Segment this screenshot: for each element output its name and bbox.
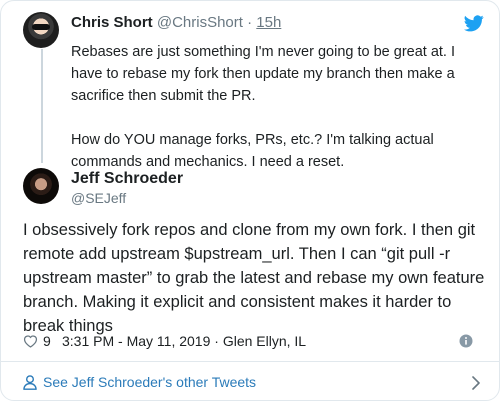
footer-divider xyxy=(1,361,499,362)
parent-time[interactable]: 15h xyxy=(256,14,281,31)
author-handle[interactable]: @SEJeff xyxy=(71,190,126,206)
parent-tweet[interactable]: Chris Short @ChrisShort · 15h Rebases ar… xyxy=(1,1,499,170)
parent-paragraph-2: How do YOU manage forks, PRs, etc.? I'm … xyxy=(71,132,434,170)
tweet-footer: 9 3:31 PM - May 11, 2019 · Glen Ellyn, I… xyxy=(23,332,483,352)
parent-author-name[interactable]: Chris Short xyxy=(71,14,153,31)
author-name[interactable]: Jeff Schroeder xyxy=(71,170,183,188)
tweet-timestamp[interactable]: 3:31 PM - May 11, 2019 · Glen Ellyn, IL xyxy=(62,333,306,349)
info-icon[interactable] xyxy=(459,334,473,348)
chevron-right-icon[interactable] xyxy=(471,375,481,391)
parent-separator: · xyxy=(247,14,253,31)
like-count[interactable]: 9 xyxy=(43,333,51,349)
parent-paragraph-1: Rebases are just something I'm never goi… xyxy=(71,44,456,104)
parent-author-handle[interactable]: @ChrisShort xyxy=(157,14,243,31)
see-more-tweets-link[interactable]: See Jeff Schroeder's other Tweets xyxy=(23,374,481,394)
twitter-bird-icon[interactable] xyxy=(464,15,484,32)
thread-line xyxy=(41,49,43,163)
parent-author-avatar[interactable] xyxy=(23,12,59,48)
tweet-author[interactable]: Jeff Schroeder @SEJeff xyxy=(23,168,483,208)
parent-tweet-header: Chris Short @ChrisShort · 15h xyxy=(71,14,281,31)
person-icon xyxy=(23,375,37,390)
heart-icon[interactable] xyxy=(23,334,38,348)
embedded-tweet-card: Chris Short @ChrisShort · 15h Rebases ar… xyxy=(0,0,500,401)
tweet-text: I obsessively fork repos and clone from … xyxy=(23,221,485,335)
see-more-tweets-label[interactable]: See Jeff Schroeder's other Tweets xyxy=(43,374,256,390)
author-avatar[interactable] xyxy=(23,168,59,204)
